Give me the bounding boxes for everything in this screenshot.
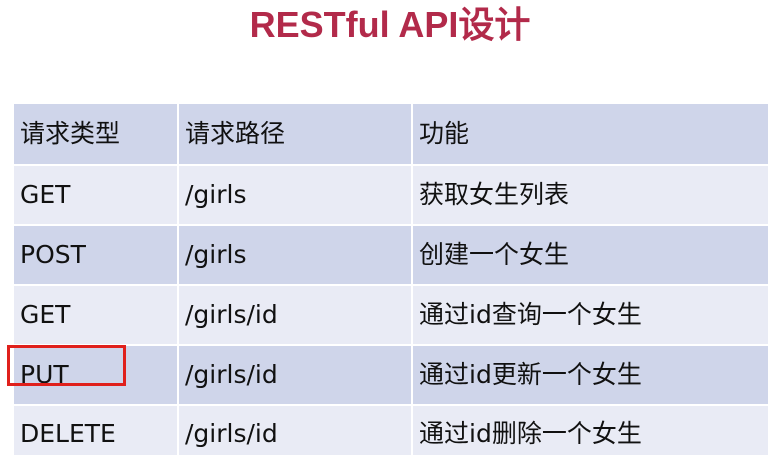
table-row: PUT /girls/id 通过id更新一个女生 [14,345,768,406]
cell-function: 通过id删除一个女生 [412,405,768,455]
cell-function: 获取女生列表 [412,165,768,226]
header-request-type: 请求类型 [14,104,179,166]
cell-path: /girls/id [178,405,413,455]
slide-title: RESTful API设计 [249,4,531,45]
table-row: GET /girls/id 通过id查询一个女生 [14,285,768,346]
cell-path: /girls [178,225,413,286]
cell-method: GET [14,285,179,346]
cell-method: DELETE [14,405,179,455]
table-row: DELETE /girls/id 通过id删除一个女生 [14,405,768,455]
cell-path: /girls [178,165,413,226]
cell-function: 通过id更新一个女生 [412,345,768,406]
header-function: 功能 [412,104,768,166]
table-header-row: 请求类型 请求路径 功能 [14,104,768,166]
cell-method: GET [14,165,179,226]
cell-function: 通过id查询一个女生 [412,285,768,346]
cell-method: PUT [14,345,179,406]
cell-path: /girls/id [178,285,413,346]
cell-path: /girls/id [178,345,413,406]
table-row: GET /girls 获取女生列表 [14,165,768,226]
api-table: 请求类型 请求路径 功能 GET /girls 获取女生列表 POST /gir… [14,104,768,455]
table-row: POST /girls 创建一个女生 [14,225,768,286]
slide: RESTful API设计 请求类型 请求路径 功能 GET /girls 获取… [0,0,780,455]
cell-function: 创建一个女生 [412,225,768,286]
cell-method: POST [14,225,179,286]
header-request-path: 请求路径 [178,104,413,166]
